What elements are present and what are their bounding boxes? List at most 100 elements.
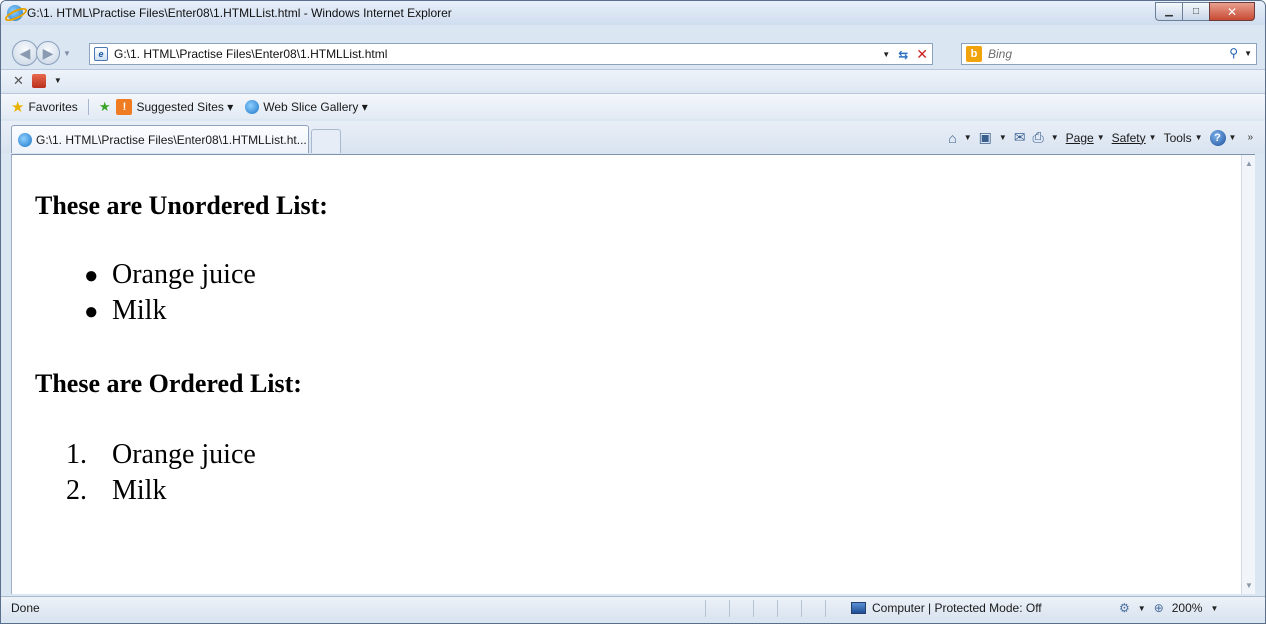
- status-panel: [801, 600, 825, 617]
- search-icon[interactable]: ⚲: [1229, 46, 1238, 60]
- tab-bar: G:\1. HTML\Practise Files\Enter08\1.HTML…: [1, 121, 1265, 153]
- status-panel: [777, 600, 801, 617]
- computer-icon: [851, 602, 866, 614]
- search-input[interactable]: Bing: [988, 47, 1012, 61]
- status-panel: [825, 600, 849, 617]
- page-menu[interactable]: Page ▼: [1066, 131, 1105, 145]
- close-toolbar-icon[interactable]: ✕: [13, 73, 24, 89]
- favorites-label: Favorites: [28, 99, 78, 114]
- bullet-icon: ●: [84, 299, 99, 325]
- web-slice-gallery-link[interactable]: Web Slice Gallery ▾: [245, 99, 368, 114]
- protected-mode-icon: ⚙: [1119, 601, 1130, 615]
- page-menu-label: Page: [1065, 130, 1094, 145]
- search-controls: ⚲ ▼: [1229, 46, 1252, 60]
- close-button[interactable]: ✕: [1209, 2, 1255, 21]
- unordered-list-heading: These are Unordered List:: [35, 191, 328, 220]
- minimize-button[interactable]: ▁: [1155, 2, 1182, 21]
- feeds-dropdown-icon[interactable]: ▼: [999, 133, 1007, 142]
- address-dropdown-icon[interactable]: ▼: [882, 50, 890, 59]
- chevron-more-icon[interactable]: »: [1247, 132, 1253, 143]
- web-slice-gallery-label: Web Slice Gallery ▾: [263, 99, 368, 114]
- page-menu-dropdown-icon: ▼: [1096, 133, 1105, 142]
- ordered-list-item: Orange juice: [112, 439, 256, 470]
- protected-dropdown-icon[interactable]: ▼: [1138, 604, 1146, 613]
- add-to-favorites-icon[interactable]: ★: [99, 99, 111, 115]
- status-panel: [705, 600, 729, 617]
- status-text: Done: [11, 601, 40, 615]
- zoom-icon: ⊕: [1153, 601, 1164, 615]
- favorites-button[interactable]: ★ Favorites: [11, 98, 78, 116]
- unordered-list-item: Orange juice: [112, 259, 256, 290]
- forward-arrow-icon: ▶: [42, 44, 54, 61]
- tab-page-icon: [18, 132, 32, 147]
- tools-menu-dropdown-icon: ▼: [1194, 133, 1203, 142]
- search-options-dropdown-icon[interactable]: ▼: [1244, 49, 1252, 58]
- status-bar: Done Computer | Protected Mode: Off ⚙ ▼ …: [1, 596, 1265, 619]
- zoom-dropdown-icon[interactable]: ▼: [1210, 604, 1218, 613]
- zoom-level: 200%: [1171, 601, 1203, 615]
- recent-pages-dropdown[interactable]: ▼: [63, 49, 71, 58]
- safety-menu-label: Safety: [1111, 130, 1146, 145]
- home-dropdown-icon[interactable]: ▼: [964, 133, 972, 142]
- security-zone[interactable]: Computer | Protected Mode: Off: [851, 601, 1042, 615]
- stop-icon[interactable]: ✕: [916, 46, 928, 63]
- feeds-icon[interactable]: ▣: [979, 129, 992, 146]
- address-bar[interactable]: e G:\1. HTML\Practise Files\Enter08\1.HT…: [89, 43, 933, 65]
- bing-icon: b: [966, 46, 982, 62]
- print-icon[interactable]: ⎙: [1033, 129, 1044, 146]
- suggested-sites-label: Suggested Sites ▾: [136, 99, 234, 114]
- maximize-button[interactable]: □: [1182, 2, 1209, 21]
- safety-menu-dropdown-icon: ▼: [1148, 133, 1157, 142]
- status-panels: [705, 600, 849, 617]
- refresh-icon[interactable]: ⇆: [898, 48, 908, 62]
- address-url[interactable]: G:\1. HTML\Practise Files\Enter08\1.HTML…: [114, 47, 387, 61]
- back-button[interactable]: ◀: [12, 40, 38, 66]
- safety-menu[interactable]: Safety ▼: [1112, 131, 1157, 145]
- separator: [87, 98, 89, 115]
- browser-window: G:\1. HTML\Practise Files\Enter08\1.HTML…: [0, 0, 1266, 624]
- ordered-list-heading: These are Ordered List:: [35, 369, 302, 398]
- help-icon: ?: [1209, 129, 1226, 146]
- list-number: 1.: [66, 439, 87, 470]
- scroll-up-icon[interactable]: ▲: [1245, 159, 1253, 168]
- addon-dropdown-icon[interactable]: ▼: [54, 76, 62, 85]
- suggested-sites-icon: !: [116, 98, 133, 115]
- scroll-down-icon[interactable]: ▼: [1245, 581, 1253, 590]
- forward-button[interactable]: ▶: [36, 41, 60, 65]
- title-bar[interactable]: G:\1. HTML\Practise Files\Enter08\1.HTML…: [1, 1, 1265, 25]
- help-dropdown-icon: ▼: [1228, 133, 1237, 142]
- ordered-list-item: Milk: [112, 475, 167, 506]
- home-icon[interactable]: ⌂: [948, 130, 956, 146]
- page-icon: e: [94, 47, 108, 61]
- bullet-icon: ●: [84, 263, 99, 289]
- tools-menu[interactable]: Tools ▼: [1164, 131, 1203, 145]
- back-arrow-icon: ◀: [19, 44, 31, 61]
- search-box[interactable]: b Bing ⚲ ▼: [961, 43, 1257, 65]
- window-controls: ▁ □ ✕: [1155, 2, 1255, 21]
- addon-icon[interactable]: [31, 73, 46, 88]
- zone-text: Computer | Protected Mode: Off: [872, 601, 1042, 615]
- status-panel: [753, 600, 777, 617]
- command-bar: ⌂ ▼ ▣ ▼ ✉ ⎙ ▼ Page ▼ Safety ▼ Tools ▼ ? …: [948, 129, 1253, 146]
- suggested-sites-link[interactable]: ! Suggested Sites ▾: [116, 98, 234, 115]
- page-content: These are Unordered List: ● Orange juice…: [11, 154, 1255, 594]
- new-tab-button[interactable]: [311, 129, 341, 153]
- unordered-list-item: Milk: [112, 295, 167, 326]
- tools-menu-label: Tools: [1163, 130, 1192, 145]
- vertical-scrollbar[interactable]: ▲ ▼: [1241, 155, 1255, 594]
- addon-toolbar: ✕ ▼: [1, 69, 1265, 91]
- read-mail-icon[interactable]: ✉: [1014, 129, 1026, 146]
- web-slice-icon: [245, 99, 260, 114]
- status-panel: [729, 600, 753, 617]
- address-tools: ▼ ⇆ ✕: [882, 46, 928, 63]
- print-dropdown-icon[interactable]: ▼: [1051, 133, 1059, 142]
- tab-label: G:\1. HTML\Practise Files\Enter08\1.HTML…: [36, 132, 307, 147]
- help-menu[interactable]: ? ▼: [1209, 129, 1237, 146]
- tab-current-page[interactable]: G:\1. HTML\Practise Files\Enter08\1.HTML…: [11, 125, 309, 153]
- internet-explorer-icon: [7, 5, 23, 21]
- zoom-control[interactable]: ⚙ ▼ ⊕ 200% ▼: [1119, 601, 1218, 615]
- star-icon: ★: [11, 98, 25, 116]
- list-number: 2.: [66, 475, 87, 506]
- favorites-bar: ★ Favorites ★ ! Suggested Sites ▾ Web Sl…: [1, 93, 1265, 119]
- navigation-bar: ◀ ▶ ▼ e G:\1. HTML\Practise Files\Enter0…: [1, 39, 1265, 67]
